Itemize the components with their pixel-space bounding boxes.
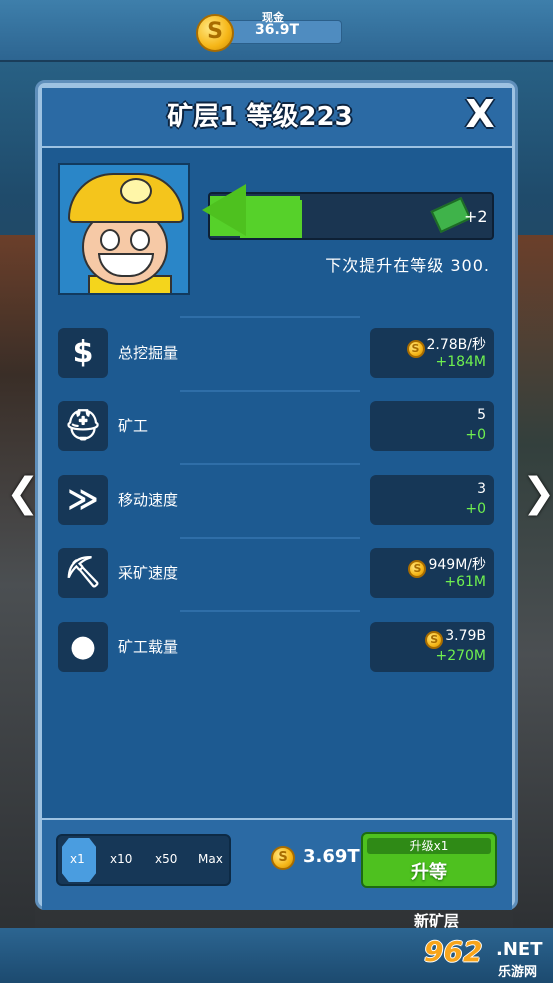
next-upgrade-text: 下次提升在等级 300.	[325, 256, 490, 275]
stat-label: 采矿速度	[118, 564, 179, 582]
stat-value-box: S 2.78B/秒 +184M	[370, 328, 494, 378]
avatar-eye	[130, 229, 150, 251]
coin-icon: S	[196, 14, 234, 52]
previous-arrow-icon[interactable]: ❮	[6, 470, 40, 516]
stat-value-box: S 949M/秒 +61M	[370, 548, 494, 598]
stat-label: 矿工载量	[118, 638, 179, 656]
divider	[180, 390, 360, 392]
sack-icon: ●	[58, 622, 108, 672]
upgrade-multiplier-label: 升级x1	[367, 838, 491, 854]
stat-increase: +0	[465, 501, 486, 517]
next-arrow-icon[interactable]: ❯	[522, 470, 553, 516]
watermark-chinese: 乐游网	[498, 965, 538, 980]
stat-row-mining-speed: ⛏ 采矿速度 S 949M/秒 +61M	[58, 548, 498, 598]
watermark-number: 962	[424, 935, 483, 968]
upgrade-cost: 3.69T	[303, 846, 360, 867]
dollar-icon: $	[58, 328, 108, 378]
coin-icon: S	[408, 560, 427, 578]
divider	[180, 610, 360, 612]
helmet-icon	[68, 173, 184, 223]
mine-shaft-right	[513, 235, 553, 935]
stat-increase: +184M	[435, 354, 486, 370]
coin-icon: S	[425, 631, 444, 649]
new-layer-label[interactable]: 新矿层	[414, 910, 459, 931]
cash-value: 36.9T	[255, 22, 300, 38]
stat-value-box: 5 +0	[370, 401, 494, 451]
upgrade-button-label: 升等	[411, 862, 447, 883]
helmet-lamp-icon	[120, 178, 152, 204]
stat-value-box: S 3.79B +270M	[370, 622, 494, 672]
avatar-smile	[98, 253, 154, 277]
boot-speed-icon: ≫	[58, 475, 108, 525]
upgrade-button[interactable]: 升级x1 升等	[361, 832, 497, 888]
avatar-eye	[100, 229, 120, 251]
multiplier-x10[interactable]: x10	[110, 852, 132, 866]
divider	[180, 316, 360, 318]
miner-avatar	[58, 163, 190, 295]
dialog-title: 矿层1 等级223	[167, 102, 353, 132]
divider	[180, 537, 360, 539]
stat-value: S 3.79B	[425, 628, 486, 649]
stat-increase: +270M	[435, 648, 486, 664]
miner-icon: ⛑	[58, 401, 108, 451]
coin-icon: S	[271, 846, 295, 870]
multiplier-x50[interactable]: x50	[155, 852, 177, 866]
reward-amount: +2	[464, 207, 488, 226]
multiplier-selector: x1 x10 x50 Max	[56, 834, 231, 886]
level-up-arrow-icon	[202, 184, 246, 236]
stat-label: 移动速度	[118, 491, 179, 509]
stat-increase: +61M	[444, 574, 486, 590]
stat-row-move-speed: ≫ 移动速度 3 +0	[58, 475, 498, 525]
top-bar: S 现金 36.9T	[0, 0, 553, 62]
stat-label: 总挖掘量	[118, 344, 179, 362]
stat-row-total-extraction: $ 总挖掘量 S 2.78B/秒 +184M	[58, 328, 498, 378]
stat-increase: +0	[465, 427, 486, 443]
multiplier-max[interactable]: Max	[198, 852, 223, 866]
watermark-suffix: .NET	[496, 939, 543, 960]
close-button[interactable]: X	[462, 95, 498, 133]
divider	[180, 463, 360, 465]
stat-value: 3	[477, 481, 486, 497]
mine-shaft-left	[0, 235, 35, 935]
multiplier-x1[interactable]: x1	[70, 852, 85, 866]
stat-row-miner-capacity: ● 矿工载量 S 3.79B +270M	[58, 622, 498, 672]
coin-icon: S	[406, 340, 425, 358]
level-up-arrow-stem	[240, 200, 302, 238]
pickaxe-icon: ⛏	[58, 548, 108, 598]
stat-label: 矿工	[118, 417, 149, 435]
site-watermark: 962 .NET 乐游网	[420, 935, 550, 981]
stat-row-miners: ⛑ 矿工 5 +0	[58, 401, 498, 451]
stat-value: 5	[477, 407, 486, 423]
stat-value-box: 3 +0	[370, 475, 494, 525]
